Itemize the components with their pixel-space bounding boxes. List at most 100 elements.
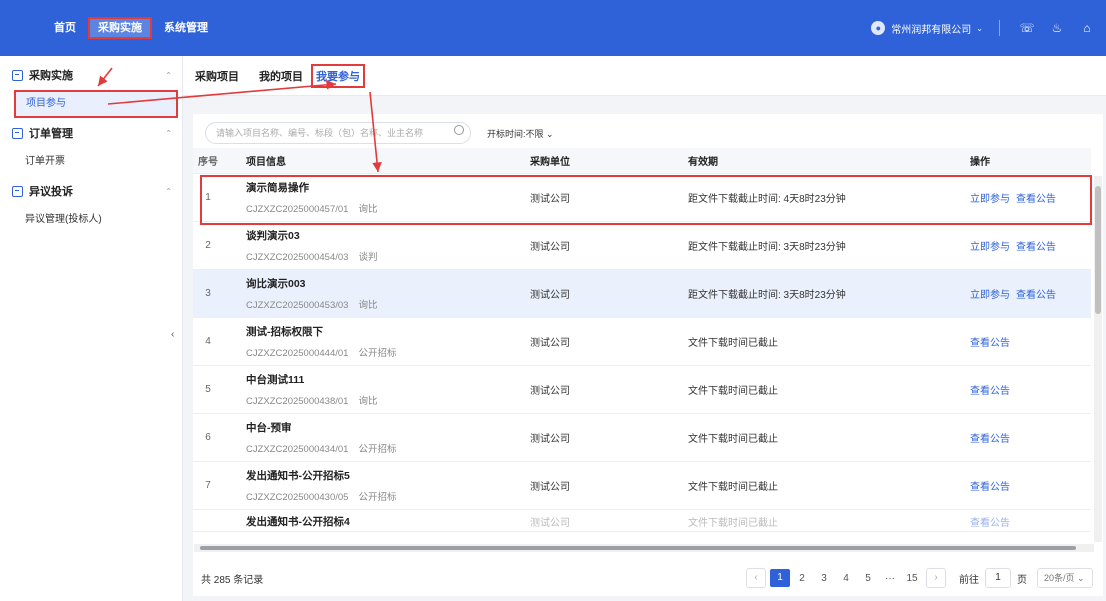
row-index: 3 <box>205 288 211 299</box>
purchasing-unit: 测试公司 <box>530 518 570 529</box>
home-icon[interactable]: ⌂ <box>1076 21 1098 35</box>
horizontal-scrollbar[interactable] <box>194 544 1094 552</box>
procurement-type: 询比 <box>358 300 378 311</box>
participate-link[interactable]: 立即参与 <box>970 242 1010 253</box>
project-code: CJZXZC2025000430/05 <box>246 492 349 503</box>
nav-procurement[interactable]: 采购实施 <box>88 17 152 39</box>
page-number[interactable]: 4 <box>836 573 856 584</box>
validity-text: 距文件下载截止时间: 4天8时23分钟 <box>688 194 846 205</box>
sidebar-item-order-invoice[interactable]: 订单开票 <box>0 148 182 176</box>
tab-participate[interactable]: 我要参与 <box>311 63 365 88</box>
purchasing-unit: 测试公司 <box>530 338 570 349</box>
project-code: CJZXZC2025000444/01 <box>246 348 349 359</box>
menu-group-icon <box>12 69 23 81</box>
tab-procurement-projects[interactable]: 采购项目 <box>195 68 239 84</box>
menu-group-icon <box>12 127 23 139</box>
company-switcher[interactable]: ● 常州润邦有限公司 ⌄ <box>871 21 983 36</box>
filter-bar: 请输入项目名称、编号、标段（包）名称、业主名称 开标时间:不限 ⌄ <box>205 122 554 144</box>
validity-text: 距文件下载截止时间: 3天8时23分钟 <box>688 242 846 253</box>
search-icon[interactable] <box>454 125 464 135</box>
project-name[interactable]: 中台测试111 <box>246 372 508 387</box>
project-code: CJZXZC2025000434/01 <box>246 444 349 455</box>
header-actions: ● 常州润邦有限公司 ⌄ ☏ ♨ ⌂ <box>871 0 1106 56</box>
chevron-up-icon: ⌃ <box>165 186 172 196</box>
prev-page-button[interactable]: ‹ <box>746 568 766 588</box>
project-name[interactable]: 发出通知书-公开招标5 <box>246 468 508 483</box>
scrollbar-thumb[interactable] <box>1095 186 1101 314</box>
column-header-info: 项目信息 <box>246 157 286 168</box>
validity-text: 文件下载时间已截止 <box>688 434 778 445</box>
project-name[interactable]: 中台-预审 <box>246 420 508 435</box>
view-notice-link[interactable]: 查看公告 <box>970 338 1010 349</box>
page-number[interactable]: 3 <box>814 573 834 584</box>
view-notice-link[interactable]: 查看公告 <box>970 482 1010 493</box>
open-time-filter-label: 开标时间:不限 <box>487 128 544 139</box>
pager: ‹ 1 2 3 4 5 ··· 15 › 前往 1 页 20条/页 ⌄ <box>743 568 1093 588</box>
participate-link[interactable]: 立即参与 <box>970 194 1010 205</box>
sidebar-group-procurement[interactable]: 采购实施 ⌃ <box>0 60 182 90</box>
sidebar: 采购实施 ⌃ 项目参与 订单管理 ⌃ 订单开票 异议投诉 ⌃ 异议管理(投标人)… <box>0 56 183 601</box>
page-number[interactable]: 5 <box>858 573 878 584</box>
view-notice-link[interactable]: 查看公告 <box>1016 242 1056 253</box>
chevron-down-icon: ⌄ <box>546 128 554 139</box>
project-name[interactable]: 演示简易操作 <box>246 180 508 195</box>
page-number[interactable]: 1 <box>770 569 790 587</box>
phone-icon[interactable]: ☏ <box>1016 21 1038 35</box>
page-number[interactable]: 2 <box>792 573 812 584</box>
scrollbar-thumb[interactable] <box>200 546 1076 550</box>
more-pages[interactable]: ··· <box>880 573 900 584</box>
nav-system-management[interactable]: 系统管理 <box>156 17 216 39</box>
purchasing-unit: 测试公司 <box>530 434 570 445</box>
purchasing-unit: 测试公司 <box>530 194 570 205</box>
pagination-bar: 共 285 条记录 ‹ 1 2 3 4 5 ··· 15 › 前往 1 页 20… <box>193 560 1103 596</box>
view-notice-link[interactable]: 查看公告 <box>1016 290 1056 301</box>
page-size-select[interactable]: 20条/页 ⌄ <box>1037 568 1093 588</box>
purchasing-unit: 测试公司 <box>530 482 570 493</box>
next-page-button[interactable]: › <box>926 568 946 588</box>
view-notice-link[interactable]: 查看公告 <box>1016 194 1056 205</box>
sidebar-group-label: 异议投诉 <box>29 186 73 198</box>
participate-link[interactable]: 立即参与 <box>970 290 1010 301</box>
sidebar-group-orders[interactable]: 订单管理 ⌃ <box>0 118 182 148</box>
vertical-scrollbar[interactable] <box>1094 176 1102 542</box>
table-row: 5 中台测试111 CJZXZC2025000438/01 询比 测试公司 文件下载… <box>193 366 1091 414</box>
nav-home[interactable]: 首页 <box>46 17 84 39</box>
collapse-sidebar-icon[interactable]: ‹ <box>171 329 174 340</box>
table-header: 序号 项目信息 采购单位 有效期 操作 <box>193 148 1091 174</box>
project-name[interactable]: 询比演示003 <box>246 276 508 291</box>
tab-bar: 采购项目 我的项目 我要参与 <box>183 56 1106 96</box>
project-name[interactable]: 发出通知书-公开招标4 <box>246 514 508 529</box>
procurement-type: 公开招标 <box>358 348 397 359</box>
tab-my-projects[interactable]: 我的项目 <box>259 68 303 84</box>
search-input[interactable]: 请输入项目名称、编号、标段（包）名称、业主名称 <box>205 122 471 144</box>
row-index: 2 <box>205 240 211 251</box>
column-header-operations: 操作 <box>970 157 990 168</box>
view-notice-link[interactable]: 查看公告 <box>970 386 1010 397</box>
top-navigation-bar: 首页 采购实施 系统管理 ● 常州润邦有限公司 ⌄ ☏ ♨ ⌂ <box>0 0 1106 56</box>
goto-page-input[interactable]: 1 <box>985 568 1011 588</box>
sidebar-group-label: 订单管理 <box>29 128 73 140</box>
bell-icon[interactable]: ♨ <box>1046 21 1068 35</box>
sidebar-item-objection-management[interactable]: 异议管理(投标人) <box>0 206 182 234</box>
sidebar-group-complaints[interactable]: 异议投诉 ⌃ <box>0 176 182 206</box>
page-number[interactable]: 15 <box>902 573 922 584</box>
open-time-filter[interactable]: 开标时间:不限 ⌄ <box>487 127 554 140</box>
purchasing-unit: 测试公司 <box>530 386 570 397</box>
chevron-down-icon: ⌄ <box>976 23 983 33</box>
column-header-unit: 采购单位 <box>530 157 570 168</box>
top-nav: 首页 采购实施 系统管理 <box>46 17 216 39</box>
procurement-type: 谈判 <box>358 252 378 263</box>
table-row: 1 演示简易操作 CJZXZC2025000457/01 询比 测试公司 距文件下载… <box>193 174 1091 222</box>
project-name[interactable]: 测试-招标权限下 <box>246 324 508 339</box>
table-row: 2 谈判演示03 CJZXZC2025000454/03 谈判 测试公司 距文件下载… <box>193 222 1091 270</box>
validity-text: 文件下载时间已截止 <box>688 482 778 493</box>
row-index: 7 <box>205 480 211 491</box>
table-row: 6 中台-预审 CJZXZC2025000434/01 公开招标 测试公司 文件下载… <box>193 414 1091 462</box>
project-name[interactable]: 谈判演示03 <box>246 228 508 243</box>
company-name: 常州润邦有限公司 <box>891 24 972 36</box>
view-notice-link[interactable]: 查看公告 <box>970 518 1010 529</box>
row-index: 1 <box>205 192 211 203</box>
view-notice-link[interactable]: 查看公告 <box>970 434 1010 445</box>
sidebar-item-project-participation[interactable]: 项目参与 <box>14 90 178 118</box>
goto-page: 前往 1 页 <box>959 568 1027 588</box>
